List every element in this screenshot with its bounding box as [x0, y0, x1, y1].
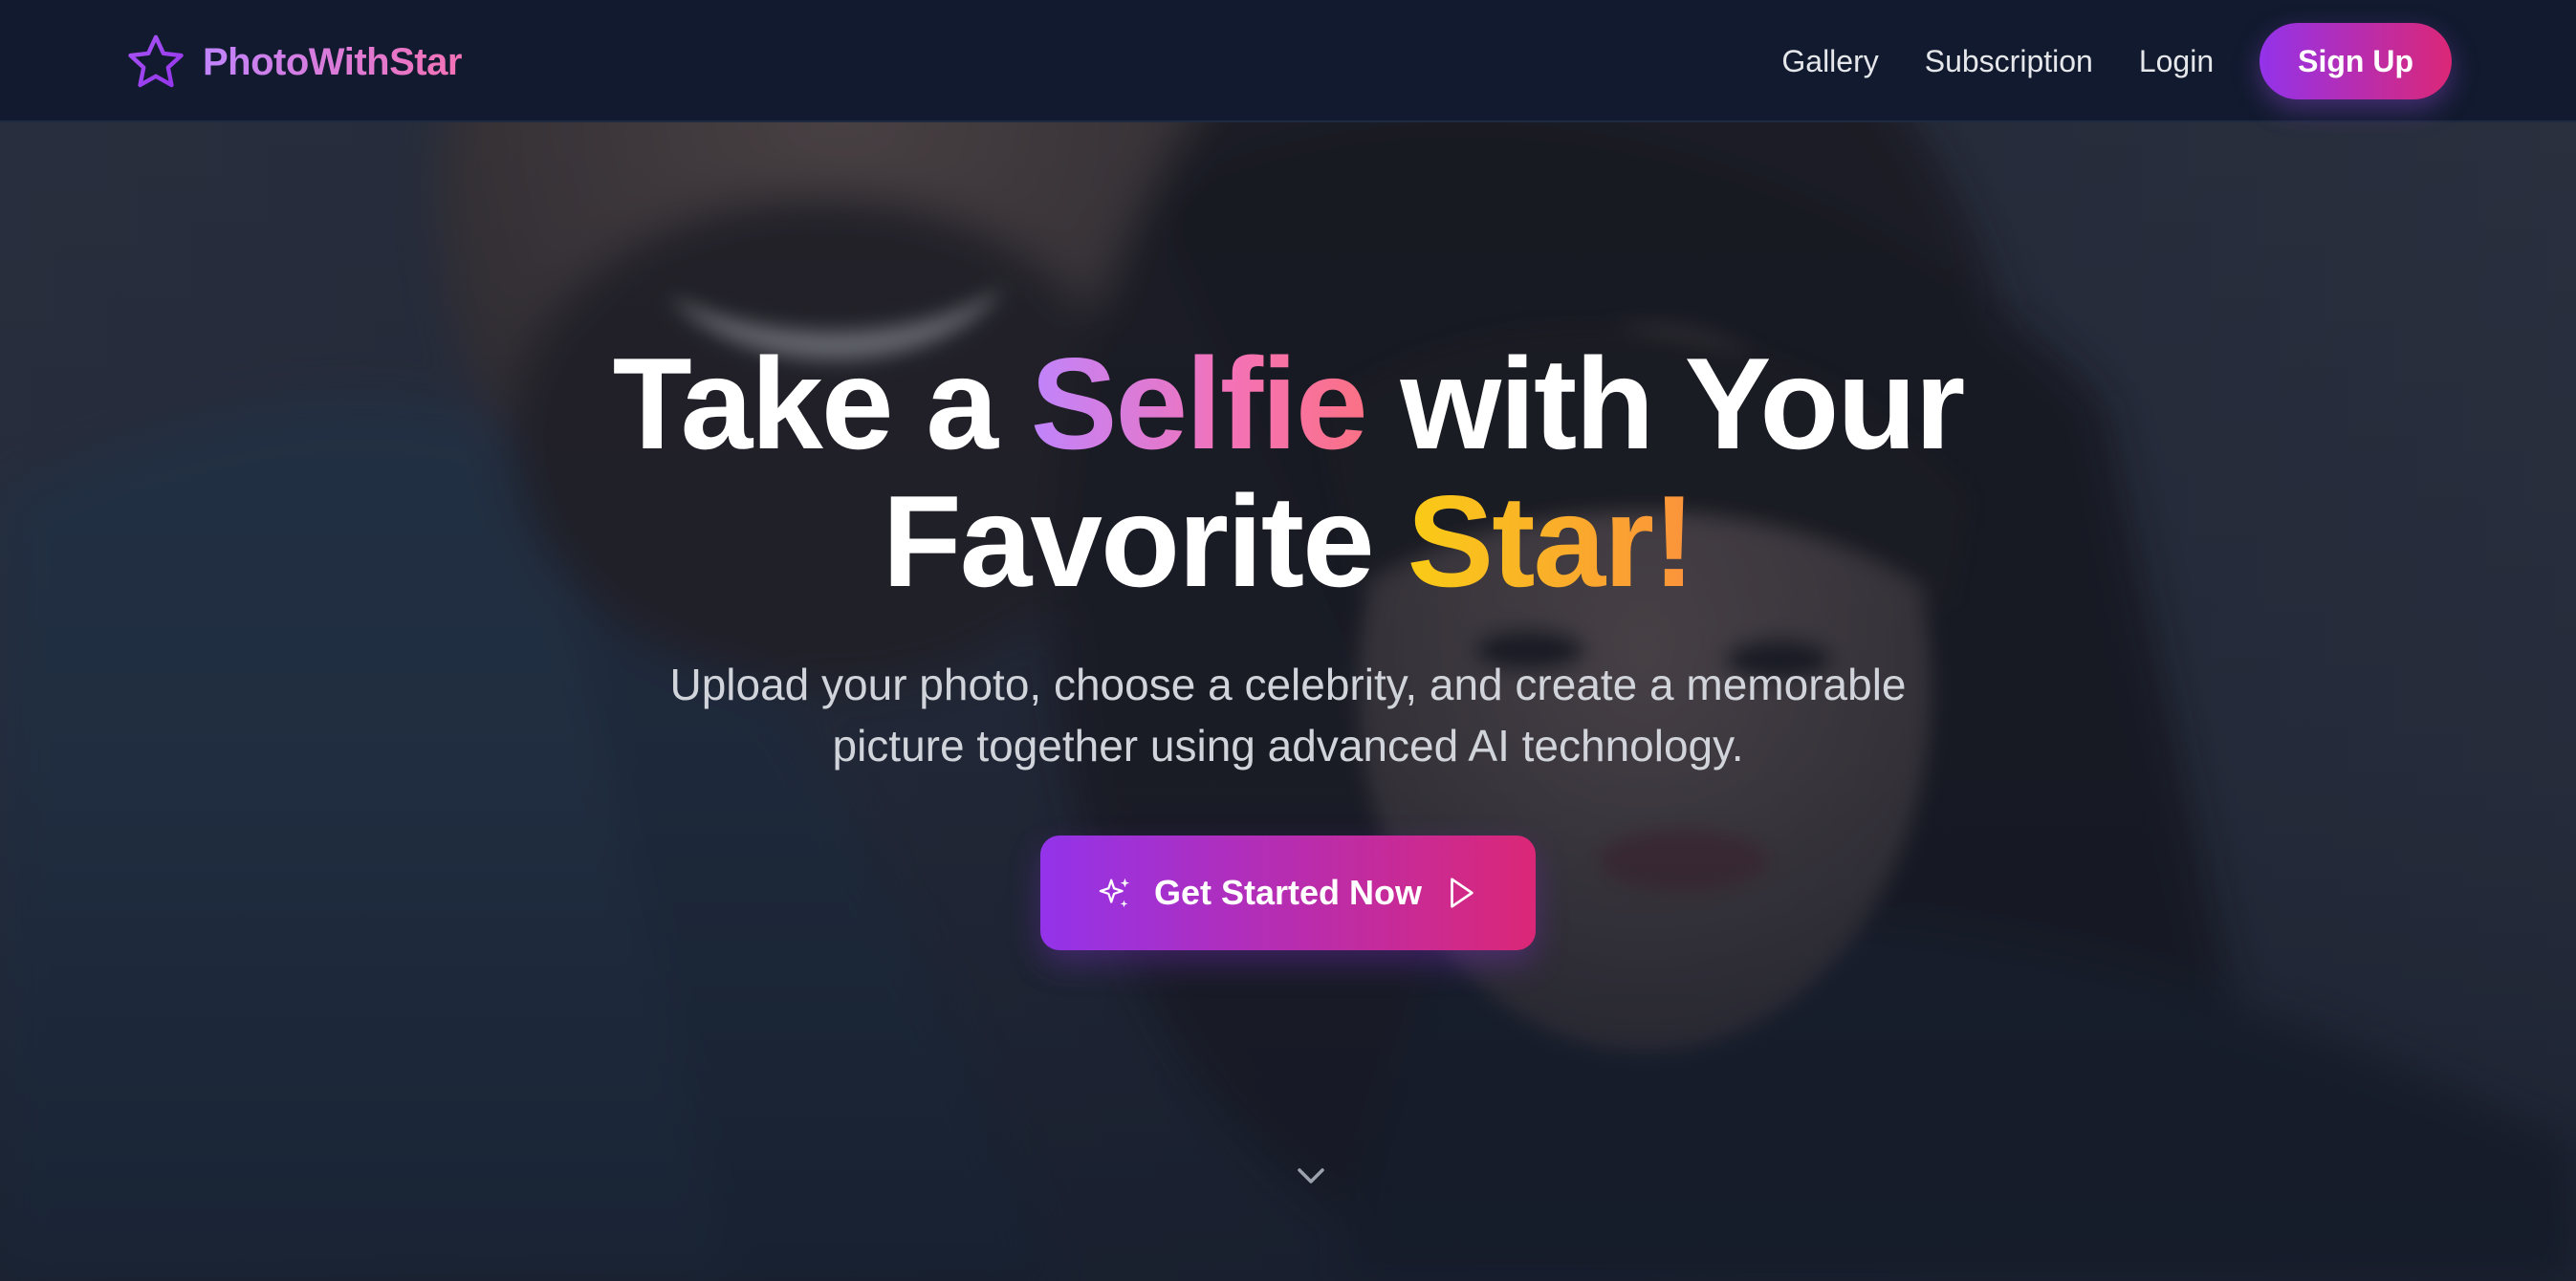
- title-text-with-your: with Your: [1400, 331, 1965, 476]
- get-started-label: Get Started Now: [1153, 873, 1423, 912]
- hero-section: Take a Selfie with Your Favorite Star! U…: [0, 122, 2576, 1281]
- nav-link-login[interactable]: Login: [2139, 23, 2214, 99]
- play-outline-icon: [1451, 878, 1474, 908]
- hero-title-line-1: Take a Selfie with Your: [0, 335, 2576, 472]
- title-text-favorite: Favorite: [882, 468, 1375, 614]
- nav-link-subscription[interactable]: Subscription: [1925, 23, 2093, 99]
- hero-title: Take a Selfie with Your Favorite Star!: [0, 335, 2576, 610]
- title-text-take-a: Take a: [612, 331, 998, 476]
- top-navbar: PhotoWithStar Gallery Subscription Login…: [0, 0, 2576, 122]
- hero-title-line-2: Favorite Star!: [0, 472, 2576, 610]
- main-navigation: Gallery Subscription Login Sign Up: [1781, 23, 2452, 99]
- landing-page: PhotoWithStar Gallery Subscription Login…: [0, 0, 2576, 1281]
- sparkles-icon: [1099, 878, 1130, 908]
- star-outline-icon: [128, 34, 184, 88]
- title-highlight-star: Star!: [1407, 468, 1696, 614]
- brand-logo[interactable]: PhotoWithStar: [126, 29, 462, 96]
- chevron-down-icon[interactable]: [1294, 1164, 1328, 1187]
- nav-link-gallery[interactable]: Gallery: [1781, 23, 1878, 99]
- title-highlight-selfie: Selfie: [1030, 331, 1368, 476]
- signup-button[interactable]: Sign Up: [2259, 23, 2452, 99]
- brand-name: PhotoWithStar: [203, 40, 462, 83]
- hero-subtitle: Upload your photo, choose a celebrity, a…: [669, 660, 1907, 771]
- get-started-button[interactable]: Get Started Now: [1040, 836, 1536, 950]
